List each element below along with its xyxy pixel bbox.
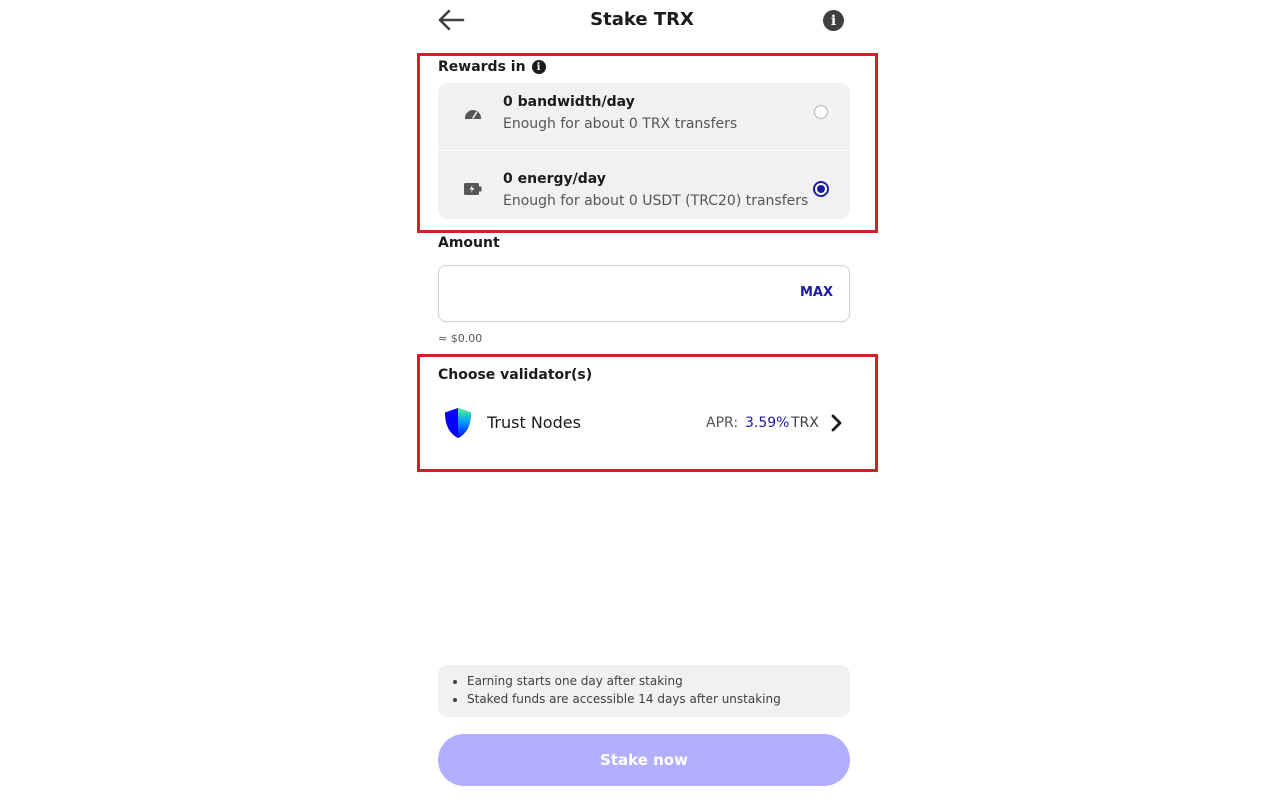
bandwidth-subtitle: Enough for about 0 TRX transfers [503,116,738,132]
stake-now-button[interactable]: Stake now [438,734,850,786]
notes-list: Earning starts one day after staking Sta… [438,665,850,708]
trust-shield-icon [445,408,471,438]
amount-field: MAX [438,265,850,322]
battery-charging-icon [464,183,482,195]
reward-option-energy[interactable]: 0 energy/day Enough for about 0 USDT (TR… [438,151,850,218]
rewards-info-icon[interactable]: i [531,60,546,74]
max-button[interactable]: MAX [800,285,833,300]
amount-input[interactable] [453,280,787,308]
energy-title: 0 energy/day [503,171,606,187]
chevron-right-icon[interactable] [830,414,842,432]
choose-validator-label: Choose validator(s) [438,367,593,383]
staking-notes: Earning starts one day after staking Sta… [438,665,850,717]
validator-row[interactable]: Trust Nodes APR: 3.59% TRX [438,398,850,448]
rewards-options-card: 0 bandwidth/day Enough for about 0 TRX t… [438,83,850,219]
info-icon[interactable]: i [823,10,844,31]
gauge-icon [465,110,481,119]
page-title: Stake TRX [590,9,694,30]
note-item: Earning starts one day after staking [467,672,850,690]
reward-option-bandwidth[interactable]: 0 bandwidth/day Enough for about 0 TRX t… [438,83,850,151]
apr-label: APR: [706,415,739,431]
bandwidth-radio[interactable] [814,105,828,119]
energy-subtitle: Enough for about 0 USDT (TRC20) transfer… [503,193,809,209]
energy-radio[interactable] [813,181,829,197]
bandwidth-title: 0 bandwidth/day [503,94,635,110]
validator-name: Trust Nodes [487,413,581,432]
stake-trx-screen: Stake TRX i Rewards in i 0 bandwidth/day… [0,0,1284,800]
rewards-in-label: Rewards in i [438,59,546,75]
amount-label: Amount [438,235,500,251]
note-item: Staked funds are accessible 14 days afte… [467,690,850,708]
apr-value: 3.59% [745,415,790,431]
rewards-in-text: Rewards in [438,59,526,75]
apr-currency: TRX [791,415,819,431]
fiat-value: ≈ $0.00 [438,332,483,345]
